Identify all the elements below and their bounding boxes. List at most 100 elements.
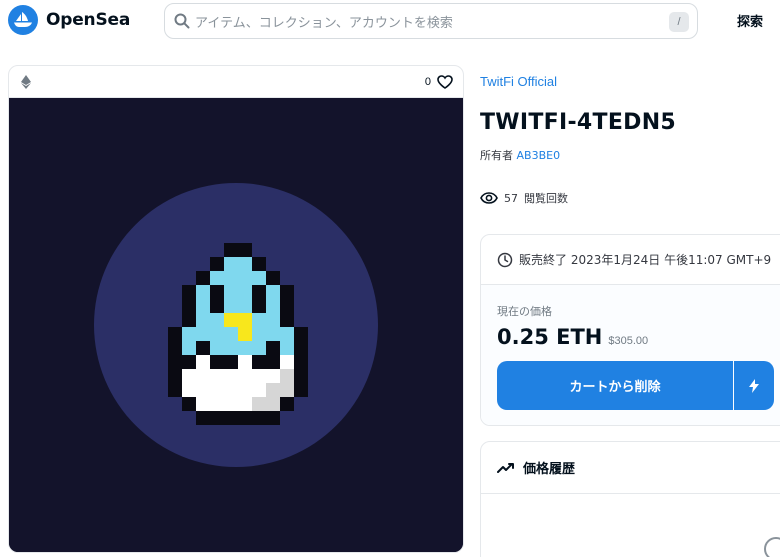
search-icon bbox=[174, 13, 190, 29]
art-pixel bbox=[266, 271, 280, 285]
art-pixel bbox=[266, 383, 280, 397]
art-pixel bbox=[252, 257, 266, 271]
art-pixel bbox=[210, 257, 224, 271]
art-pixel bbox=[294, 341, 308, 355]
owner-link[interactable]: AB3BE0 bbox=[517, 149, 561, 162]
art-pixel bbox=[182, 397, 196, 411]
search-placeholder: アイテム、コレクション、アカウントを検索 bbox=[195, 15, 453, 31]
nft-image-card: 0 bbox=[8, 65, 464, 553]
favorite-button[interactable]: 0 bbox=[424, 74, 453, 89]
art-pixel bbox=[252, 271, 266, 285]
buy-now-button[interactable] bbox=[734, 361, 774, 410]
art-pixel bbox=[238, 341, 252, 355]
art-pixel bbox=[210, 397, 224, 411]
price-history-header[interactable]: 価格履歴 bbox=[481, 442, 780, 494]
art-pixel bbox=[266, 299, 280, 313]
collection-link[interactable]: TwitFi Official bbox=[480, 74, 557, 89]
brand-name: OpenSea bbox=[46, 10, 131, 30]
art-pixel bbox=[210, 341, 224, 355]
art-pixel bbox=[196, 411, 210, 425]
art-pixel bbox=[196, 397, 210, 411]
art-pixel bbox=[280, 383, 294, 397]
nft-artwork[interactable] bbox=[9, 98, 463, 552]
art-pixel bbox=[196, 327, 210, 341]
art-pixel bbox=[266, 355, 280, 369]
art-pixel bbox=[280, 285, 294, 299]
art-pixel bbox=[252, 355, 266, 369]
art-pixel bbox=[224, 411, 238, 425]
art-pixel bbox=[210, 285, 224, 299]
art-pixel bbox=[182, 299, 196, 313]
art-pixel bbox=[182, 327, 196, 341]
price-usd: $305.00 bbox=[608, 335, 649, 347]
art-pixel bbox=[168, 327, 182, 341]
art-pixel bbox=[210, 355, 224, 369]
art-pixel bbox=[238, 397, 252, 411]
art-pixel bbox=[196, 341, 210, 355]
art-pixel bbox=[280, 355, 294, 369]
art-pixel bbox=[182, 341, 196, 355]
art-pixel bbox=[182, 285, 196, 299]
art-pixel bbox=[266, 313, 280, 327]
art-pixel bbox=[168, 341, 182, 355]
art-pixel bbox=[238, 327, 252, 341]
clock-icon bbox=[764, 537, 780, 557]
current-price-label: 現在の価格 bbox=[497, 305, 552, 318]
art-pixel bbox=[224, 257, 238, 271]
art-pixel bbox=[266, 285, 280, 299]
art-pixel bbox=[238, 257, 252, 271]
art-pixel bbox=[196, 313, 210, 327]
art-pixel bbox=[196, 299, 210, 313]
nav-explore[interactable]: 探索 bbox=[737, 11, 763, 30]
favorite-count: 0 bbox=[424, 75, 431, 88]
art-pixel bbox=[224, 355, 238, 369]
art-pixel bbox=[196, 285, 210, 299]
art-pixel bbox=[252, 285, 266, 299]
price-eth: 0.25 ETH bbox=[497, 325, 603, 349]
art-pixel bbox=[294, 327, 308, 341]
lightning-icon bbox=[749, 378, 759, 393]
price-card: 販売終了 2023年1月24日 午後11:07 GMT+9 現在の価格 0.25… bbox=[480, 234, 780, 426]
price-history-card[interactable]: 価格履歴 bbox=[480, 441, 780, 557]
art-pixel bbox=[168, 355, 182, 369]
art-pixel bbox=[252, 341, 266, 355]
art-pixel bbox=[238, 355, 252, 369]
remove-from-cart-button[interactable]: カートから削除 bbox=[497, 361, 733, 410]
art-pixel bbox=[196, 369, 210, 383]
ethereum-icon bbox=[21, 74, 31, 89]
search-input[interactable]: アイテム、コレクション、アカウントを検索 / bbox=[164, 3, 698, 39]
art-pixel bbox=[168, 383, 182, 397]
art-pixel bbox=[280, 369, 294, 383]
opensea-logo[interactable]: OpenSea bbox=[8, 5, 130, 35]
art-pixel bbox=[280, 299, 294, 313]
art-pixel bbox=[196, 383, 210, 397]
art-pixel bbox=[224, 271, 238, 285]
art-pixel bbox=[238, 369, 252, 383]
art-pixel bbox=[210, 369, 224, 383]
art-pixel bbox=[266, 411, 280, 425]
art-pixel bbox=[224, 397, 238, 411]
art-pixel bbox=[252, 369, 266, 383]
top-nav: OpenSea アイテム、コレクション、アカウントを検索 / 探索 bbox=[0, 0, 780, 40]
art-pixel bbox=[238, 271, 252, 285]
art-pixel bbox=[224, 299, 238, 313]
eye-icon bbox=[480, 192, 498, 204]
sale-end-row: 販売終了 2023年1月24日 午後11:07 GMT+9 bbox=[481, 235, 780, 285]
art-pixel bbox=[238, 313, 252, 327]
heart-icon bbox=[437, 74, 453, 89]
art-pixel bbox=[210, 271, 224, 285]
art-pixel bbox=[266, 341, 280, 355]
art-pixel bbox=[252, 383, 266, 397]
art-pixel bbox=[280, 313, 294, 327]
art-pixel bbox=[252, 327, 266, 341]
art-pixel bbox=[210, 411, 224, 425]
art-pixel bbox=[224, 285, 238, 299]
art-pixel bbox=[280, 397, 294, 411]
price-history-title: 価格履歴 bbox=[523, 462, 576, 477]
trend-line-icon bbox=[497, 462, 514, 473]
art-pixel bbox=[238, 243, 252, 257]
art-pixel bbox=[238, 411, 252, 425]
art-pixel bbox=[196, 271, 210, 285]
art-pixel bbox=[224, 313, 238, 327]
art-pixel bbox=[238, 285, 252, 299]
